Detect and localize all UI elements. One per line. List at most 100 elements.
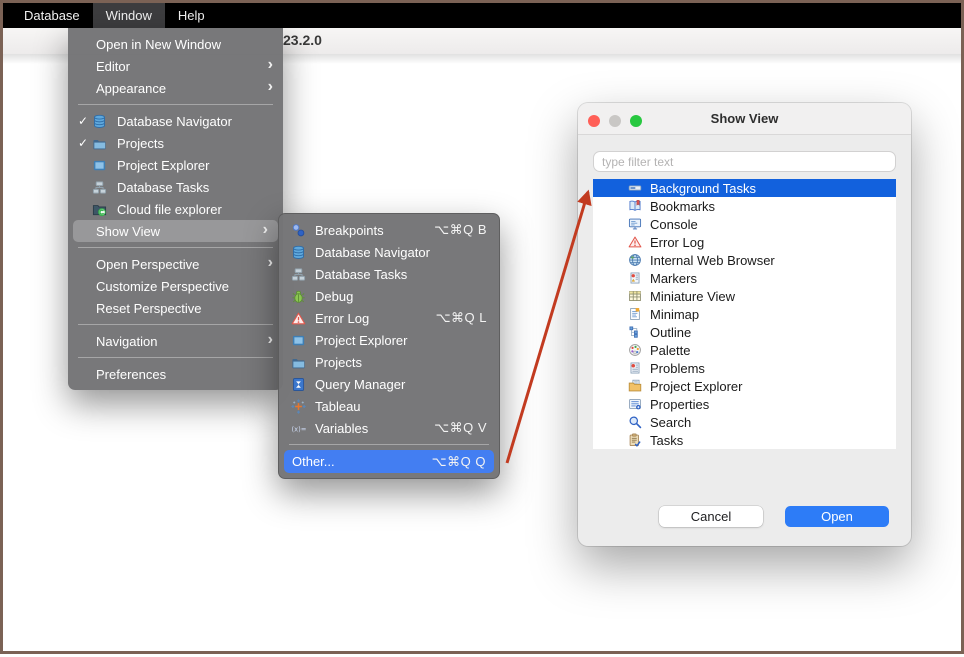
error-log-icon bbox=[291, 311, 306, 326]
menu-item-breakpoints[interactable]: Breakpoints⌥⌘Q B bbox=[279, 219, 499, 241]
view-list-item-error-log[interactable]: Error Log bbox=[593, 233, 896, 251]
project-explorer-icon bbox=[92, 158, 107, 173]
menu-item-label: Show View bbox=[96, 224, 160, 239]
menu-item-label: Projects bbox=[117, 136, 164, 151]
menu-item-label: Customize Perspective bbox=[96, 279, 229, 294]
menu-item-label: Cloud file explorer bbox=[117, 202, 222, 217]
view-list-item-properties[interactable]: Properties bbox=[593, 395, 896, 413]
menu-item-editor[interactable]: Editor› bbox=[68, 55, 283, 77]
menu-item-label: Projects bbox=[315, 355, 362, 370]
menu-item-database-navigator[interactable]: ✓Database Navigator bbox=[68, 110, 283, 132]
view-item-label: Bookmarks bbox=[650, 199, 715, 214]
view-list-item-search[interactable]: Search bbox=[593, 413, 896, 431]
minimize-window-button[interactable] bbox=[609, 115, 621, 127]
zoom-window-button[interactable] bbox=[630, 115, 642, 127]
view-item-label: Search bbox=[650, 415, 691, 430]
menu-item-tableau[interactable]: Tableau bbox=[279, 395, 499, 417]
database-navigator-icon bbox=[92, 114, 107, 129]
menu-item-label: Debug bbox=[315, 289, 353, 304]
console-icon bbox=[628, 217, 642, 231]
menu-item-variables[interactable]: (x)= Variables ⌥⌘Q V bbox=[279, 417, 499, 439]
menu-item-label: Database Tasks bbox=[117, 180, 209, 195]
view-list-item-internal-web-browser[interactable]: Internal Web Browser bbox=[593, 251, 896, 269]
view-list-item-bookmarks[interactable]: Bookmarks bbox=[593, 197, 896, 215]
view-list-item-project-explorer[interactable]: Project Explorer bbox=[593, 377, 896, 395]
view-list-item-palette[interactable]: Palette bbox=[593, 341, 896, 359]
menu-item-projects[interactable]: Projects bbox=[279, 351, 499, 373]
screen: DatabaseWindowHelp 23.2.0 Open in New Wi… bbox=[0, 0, 964, 654]
menubar-item-help[interactable]: Help bbox=[165, 3, 218, 28]
menu-item-appearance[interactable]: Appearance› bbox=[68, 77, 283, 99]
view-item-label: Minimap bbox=[650, 307, 699, 322]
view-list-item-miniature-view[interactable]: Miniature View bbox=[593, 287, 896, 305]
menu-item-navigation[interactable]: Navigation › bbox=[68, 330, 283, 352]
menu-item-projects[interactable]: ✓Projects bbox=[68, 132, 283, 154]
filter-input[interactable] bbox=[593, 151, 896, 172]
menu-item-open-perspective[interactable]: Open Perspective› bbox=[68, 253, 283, 275]
cancel-button[interactable]: Cancel bbox=[659, 506, 763, 527]
menu-item-label: Project Explorer bbox=[315, 333, 407, 348]
view-item-label: Palette bbox=[650, 343, 690, 358]
shortcut-label: ⌥⌘Q V bbox=[434, 420, 487, 436]
view-list-item-outline[interactable]: Outline bbox=[593, 323, 896, 341]
menu-item-label: Error Log bbox=[315, 311, 369, 326]
menu-item-label: Other... bbox=[292, 454, 335, 469]
menu-item-label: Project Explorer bbox=[117, 158, 209, 173]
menu-bar: DatabaseWindowHelp bbox=[3, 3, 961, 28]
menu-separator bbox=[78, 247, 273, 248]
view-item-label: Project Explorer bbox=[650, 379, 742, 394]
app-version-label: 23.2.0 bbox=[283, 32, 322, 48]
close-window-button[interactable] bbox=[588, 115, 600, 127]
menu-item-label: Appearance bbox=[96, 81, 166, 96]
menu-item-error-log[interactable]: Error Log ⌥⌘Q L bbox=[279, 307, 499, 329]
menu-item-project-explorer[interactable]: Project Explorer bbox=[279, 329, 499, 351]
menubar-item-database[interactable]: Database bbox=[11, 3, 93, 28]
menu-item-preferences[interactable]: Preferences bbox=[68, 363, 283, 385]
menu-item-label: Variables bbox=[315, 421, 368, 436]
menu-separator bbox=[78, 104, 273, 105]
menu-item-query-manager[interactable]: Query Manager bbox=[279, 373, 499, 395]
menu-item-debug[interactable]: Debug bbox=[279, 285, 499, 307]
menu-item-database-navigator[interactable]: Database Navigator bbox=[279, 241, 499, 263]
problems-icon bbox=[628, 361, 642, 375]
tableau-icon bbox=[291, 399, 306, 414]
menu-item-label: Query Manager bbox=[315, 377, 405, 392]
view-list-item-minimap[interactable]: Minimap bbox=[593, 305, 896, 323]
menu-item-label: Preferences bbox=[96, 367, 166, 382]
view-item-label: Markers bbox=[650, 271, 697, 286]
menu-separator bbox=[78, 357, 273, 358]
svg-text:(x)=: (x)= bbox=[291, 425, 306, 433]
database-navigator-icon bbox=[291, 245, 306, 260]
menu-item-cloud-file-explorer[interactable]: Cloud file explorer bbox=[68, 198, 283, 220]
menu-item-show-view[interactable]: Show View› bbox=[73, 220, 278, 242]
menu-separator bbox=[289, 444, 489, 445]
menu-item-label: Navigation bbox=[96, 334, 157, 349]
menu-item-customize-perspective[interactable]: Customize Perspective bbox=[68, 275, 283, 297]
menu-item-label: Database Navigator bbox=[315, 245, 430, 260]
view-item-label: Console bbox=[650, 217, 698, 232]
view-list-item-problems[interactable]: Problems bbox=[593, 359, 896, 377]
debug-icon bbox=[291, 289, 306, 304]
view-list-item-background-tasks[interactable]: Background Tasks bbox=[593, 179, 896, 197]
submenu-chevron-icon: › bbox=[268, 255, 273, 271]
view-list-item-console[interactable]: Console bbox=[593, 215, 896, 233]
submenu-chevron-icon: › bbox=[268, 332, 273, 348]
view-item-label: Internal Web Browser bbox=[650, 253, 775, 268]
menu-item-other[interactable]: Other...⌥⌘Q Q bbox=[284, 450, 494, 473]
menu-item-reset-perspective[interactable]: Reset Perspective bbox=[68, 297, 283, 319]
view-list-item-tasks[interactable]: Tasks bbox=[593, 431, 896, 449]
menu-item-database-tasks[interactable]: Database Tasks bbox=[68, 176, 283, 198]
open-button[interactable]: Open bbox=[785, 506, 889, 527]
menu-item-database-tasks[interactable]: Database Tasks bbox=[279, 263, 499, 285]
projects-icon bbox=[92, 136, 107, 151]
markers-icon bbox=[628, 271, 642, 285]
view-list-item-markers[interactable]: Markers bbox=[593, 269, 896, 287]
variables-icon: (x)= bbox=[291, 421, 306, 436]
palette-icon bbox=[628, 343, 642, 357]
menu-item-project-explorer[interactable]: Project Explorer bbox=[68, 154, 283, 176]
menubar-item-window[interactable]: Window bbox=[93, 3, 165, 28]
search-icon bbox=[628, 415, 642, 429]
shortcut-label: ⌥⌘Q L bbox=[436, 310, 487, 326]
menu-item-open-in-new-window[interactable]: Open in New Window bbox=[68, 33, 283, 55]
view-item-label: Background Tasks bbox=[650, 181, 756, 196]
